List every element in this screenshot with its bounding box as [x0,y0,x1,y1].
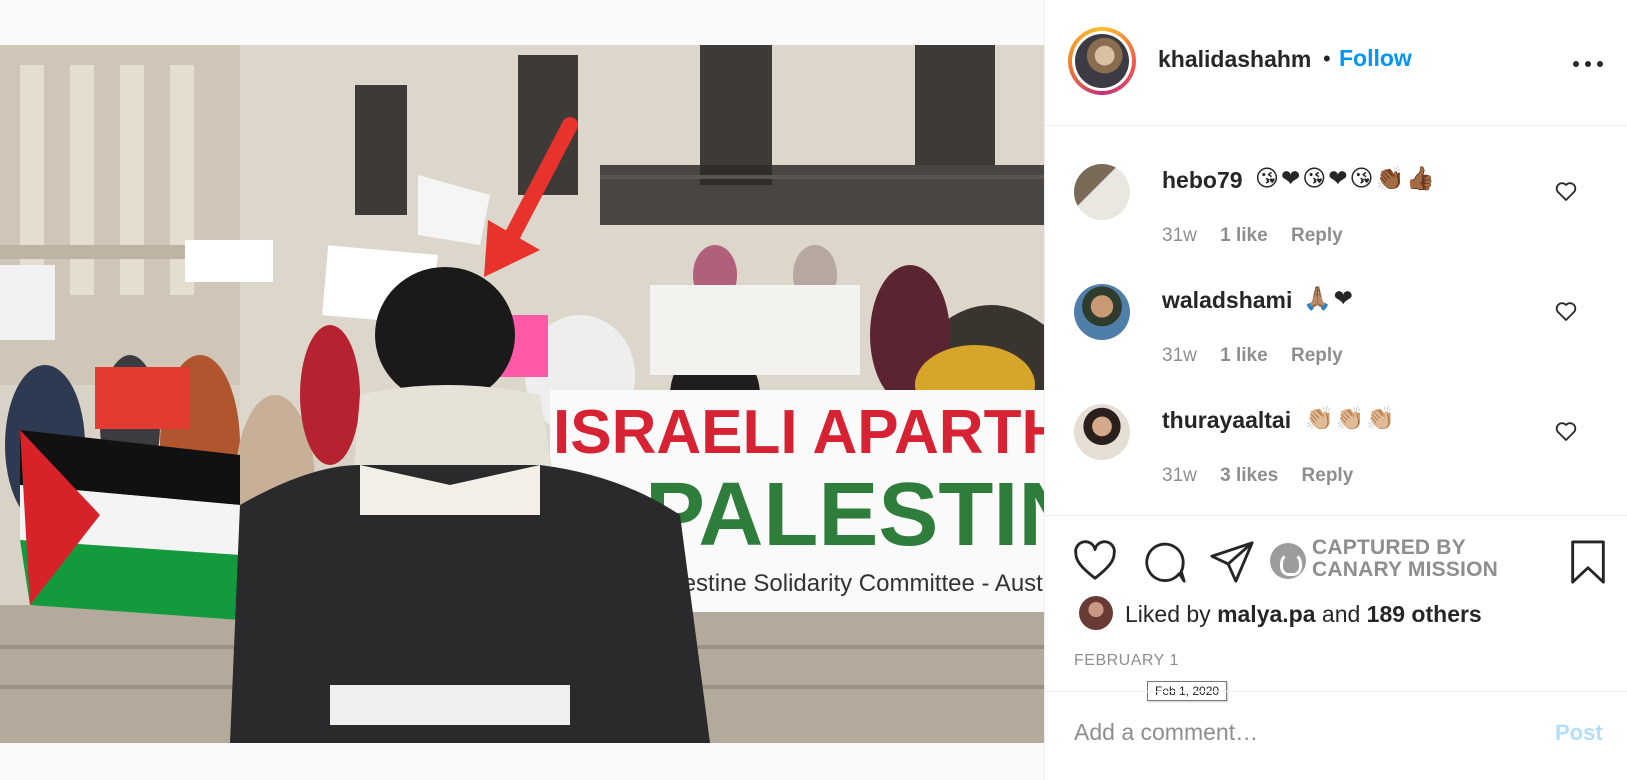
comment-likes[interactable]: 1 like [1220,345,1268,366]
comment-username[interactable]: waladshami [1162,287,1292,314]
poster-username[interactable]: khalidashahm [1158,46,1311,73]
likes-prefix: Liked by [1125,601,1211,627]
comment-meta: 31w 1 like Reply [1162,225,1361,247]
poster-avatar[interactable] [1068,27,1136,95]
comment-avatar[interactable] [1074,284,1130,340]
comment-avatar[interactable] [1074,164,1130,220]
comment-likes[interactable]: 3 likes [1220,465,1278,486]
canary-logo-icon [1270,543,1306,579]
post-details-panel: khalidashahm • Follow hebo79 😘❤😘❤😘👏🏾👍🏾 3… [1044,0,1627,780]
likes-text: Liked by malya.pa and 189 others [1125,601,1482,628]
comment-meta: 31w 1 like Reply [1162,345,1361,367]
comment-bubble-icon[interactable] [1141,539,1187,585]
captured-line1: CAPTURED BY [1312,536,1466,559]
post-actions-bar: CAPTURED BY CANARY MISSION [1045,517,1627,597]
liker-username[interactable]: malya.pa [1217,601,1315,627]
likes-joiner: and [1321,601,1361,627]
likes-others-link[interactable]: 189 others [1367,601,1482,627]
comment-composer: Post [1045,691,1627,780]
comment-item: hebo79 😘❤😘❤😘👏🏾👍🏾 31w 1 like Reply [1045,127,1627,247]
comment-text: 😘❤😘❤😘👏🏾👍🏾 [1255,166,1437,192]
share-paper-plane-icon[interactable] [1209,539,1255,585]
comment-time[interactable]: 31w [1162,465,1197,486]
banner-line1: ISRAELI APARTHEID [553,398,1044,467]
post-photo[interactable]: ISRAELI APARTHEID E PALESTINE Palestine … [0,45,1044,743]
likes-summary: Liked by malya.pa and 189 others [1045,596,1627,636]
separator-dot: • [1323,46,1331,71]
post-date[interactable]: FEBRUARY 1 [1074,652,1179,670]
comment-avatar[interactable] [1074,404,1130,460]
like-comment-heart-icon[interactable] [1554,299,1578,323]
comment-time[interactable]: 31w [1162,345,1197,366]
comment-text: 👏🏼👏🏼👏🏼 [1305,406,1397,432]
like-comment-heart-icon[interactable] [1554,419,1578,443]
comment-reply-button[interactable]: Reply [1291,225,1343,246]
comment-reply-button[interactable]: Reply [1291,345,1343,366]
like-comment-heart-icon[interactable] [1554,179,1578,203]
captured-line2: CANARY MISSION [1312,558,1498,581]
comment-username[interactable]: hebo79 [1162,167,1243,194]
post-comment-button[interactable]: Post [1555,720,1603,746]
comments-list[interactable]: hebo79 😘❤😘❤😘👏🏾👍🏾 31w 1 like Reply walads… [1045,127,1627,516]
protest-photo-illustration: ISRAELI APARTHEID E PALESTINE Palestine … [0,45,1044,743]
comment-reply-button[interactable]: Reply [1302,465,1354,486]
liker-avatar[interactable] [1079,596,1113,630]
comment-text: 🙏🏽❤ [1303,286,1355,312]
more-options-icon[interactable] [1571,50,1605,76]
follow-button[interactable]: Follow [1339,45,1412,72]
comment-likes[interactable]: 1 like [1220,225,1268,246]
comment-username[interactable]: thurayaaltai [1162,407,1291,434]
like-heart-icon[interactable] [1072,539,1118,585]
save-bookmark-icon[interactable] [1565,539,1611,585]
comment-time[interactable]: 31w [1162,225,1197,246]
add-comment-input[interactable] [1074,712,1514,752]
media-column: ISRAELI APARTHEID E PALESTINE Palestine … [0,0,1044,780]
post-header: khalidashahm • Follow [1045,0,1627,126]
banner-line3: Palestine Solidarity Committee - Austi [648,570,1044,597]
comment-item: waladshami 🙏🏽❤ 31w 1 like Reply [1045,247,1627,367]
comment-meta: 31w 3 likes Reply [1162,465,1371,487]
comment-item: thurayaaltai 👏🏼👏🏼👏🏼 31w 3 likes Reply [1045,367,1627,487]
